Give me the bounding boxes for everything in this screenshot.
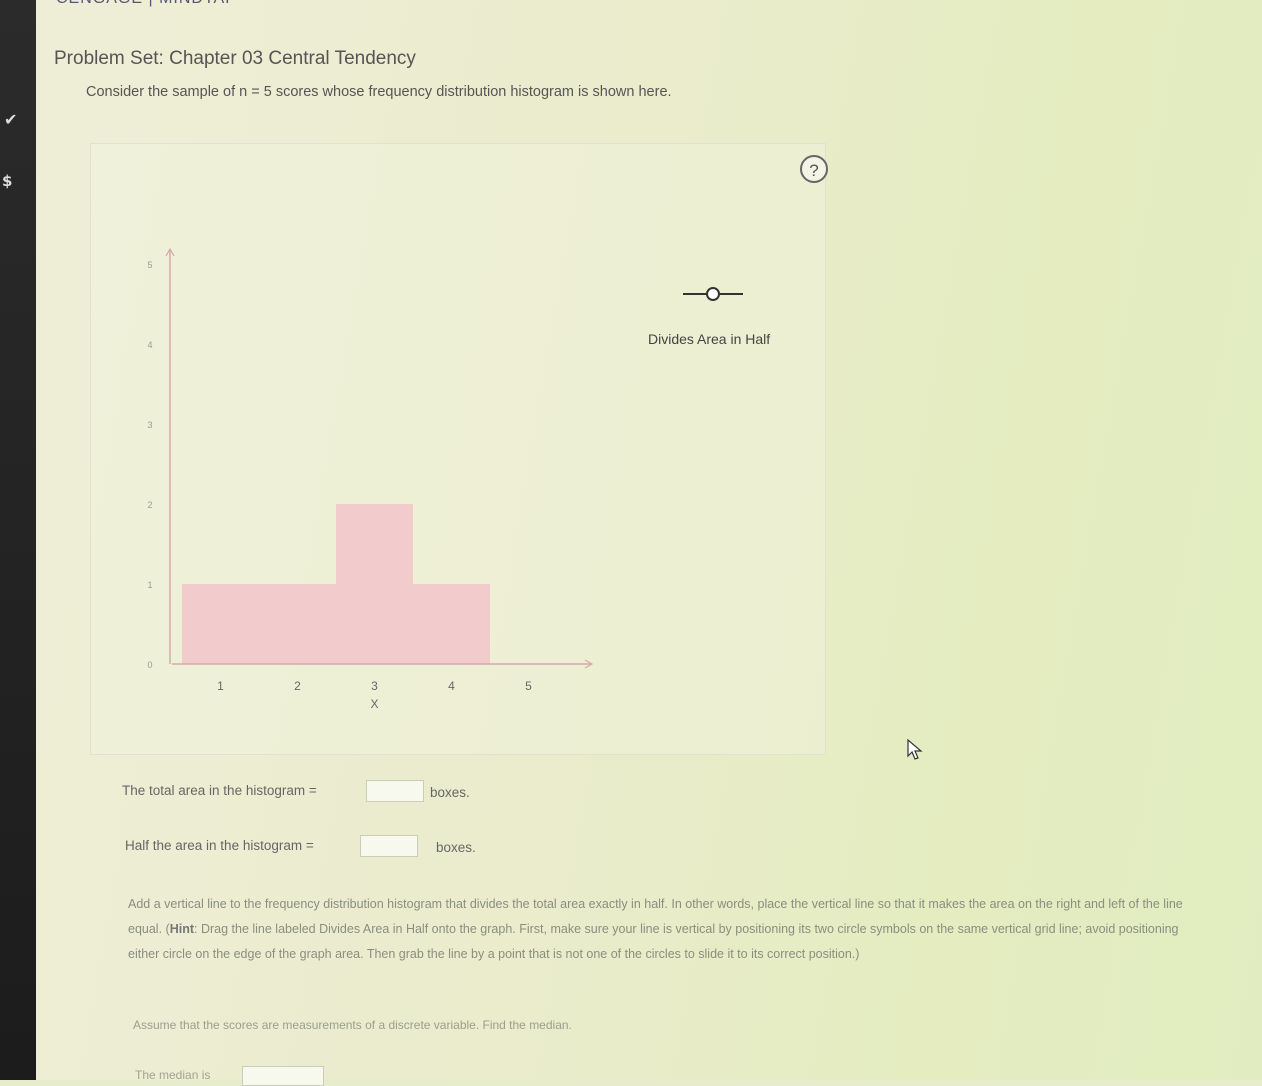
mouse-cursor-icon	[907, 738, 923, 760]
y-tick-label: 4	[147, 340, 152, 350]
histogram-chart[interactable]: 1 2 3 4 5 X 0 1 2 3 4 5	[110, 240, 600, 720]
half-area-unit: boxes.	[436, 840, 476, 855]
half-area-input[interactable]	[360, 835, 418, 857]
histogram-bar	[259, 584, 336, 664]
histogram-bar	[413, 584, 490, 664]
y-tick-label: 0	[147, 660, 152, 670]
x-tick-label: 1	[217, 679, 224, 693]
brand-logo: CENGAGE | MINDTAP	[56, 0, 237, 8]
x-tick-label: 2	[294, 679, 301, 693]
page-title: Problem Set: Chapter 03 Central Tendency	[54, 48, 416, 69]
half-area-label: Half the area in the histogram =	[125, 838, 314, 853]
histogram-bar	[336, 504, 413, 664]
y-tick-label: 5	[147, 260, 152, 270]
dollar-icon[interactable]: $	[2, 172, 12, 190]
help-button[interactable]: ?	[800, 155, 828, 183]
x-tick-label: 3	[371, 679, 378, 693]
total-area-unit: boxes.	[430, 785, 470, 800]
instructions-part2: : Drag the line labeled Divides Area in …	[128, 922, 1179, 961]
x-axis-label: X	[370, 697, 378, 711]
total-area-input[interactable]	[366, 780, 424, 802]
x-tick-label: 5	[525, 679, 532, 693]
instructions-text: Add a vertical line to the frequency dis…	[128, 892, 1188, 967]
assume-text: Assume that the scores are measurements …	[133, 1018, 572, 1032]
left-sidebar: ✔ $	[0, 0, 36, 1080]
y-tick-label: 1	[147, 580, 152, 590]
divide-area-line-tool[interactable]	[683, 284, 743, 304]
divide-area-label: Divides Area in Half	[648, 331, 771, 347]
y-tick-label: 2	[147, 500, 152, 510]
problem-statement: Consider the sample of n = 5 scores whos…	[86, 84, 672, 100]
total-area-label: The total area in the histogram =	[122, 783, 317, 798]
median-input[interactable]	[242, 1066, 324, 1086]
y-tick-label: 3	[147, 420, 152, 430]
x-tick-label: 4	[448, 679, 455, 693]
hint-label: Hint	[169, 922, 195, 936]
histogram-bar	[182, 584, 259, 664]
chevron-down-icon[interactable]: ✔	[4, 110, 17, 129]
